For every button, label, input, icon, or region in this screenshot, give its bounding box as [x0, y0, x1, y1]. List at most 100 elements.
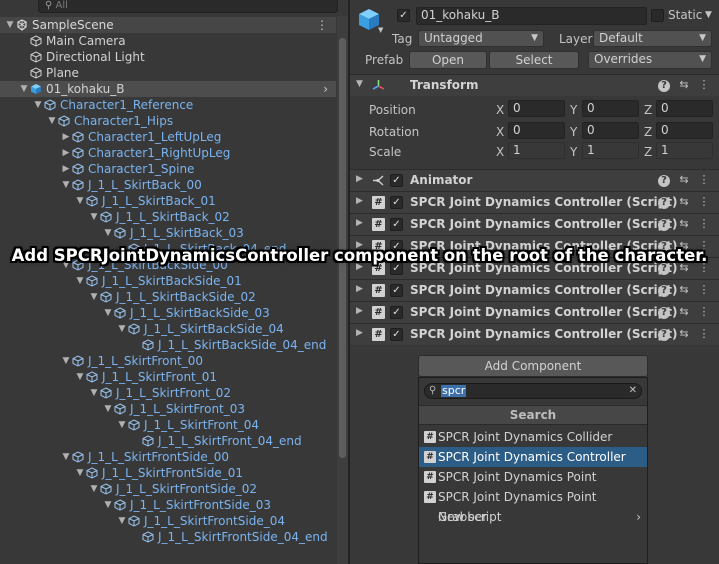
foldout-arrow-icon[interactable]: ▶ [356, 284, 363, 294]
help-icon[interactable]: ? [658, 329, 670, 341]
position-z-field[interactable]: 0 [656, 100, 713, 117]
foldout-expanded-icon[interactable]: ▼ [102, 497, 114, 513]
spcr-controller-component-header[interactable]: ▶ # ✓ SPCR Joint Dynamics Controller (Scrip… [350, 213, 719, 235]
tag-dropdown[interactable]: Untagged ▼ [418, 30, 544, 47]
hierarchy-scene-row[interactable]: ▼ SampleScene ⋮ [0, 17, 336, 33]
hierarchy-row[interactable]: ▼ J_1_L_SkirtBackSide_01 [0, 273, 336, 289]
clear-search-icon[interactable]: ✕ [629, 384, 637, 398]
rotation-y-axis-label[interactable]: Y [570, 125, 577, 139]
spcr-controller-component-header[interactable]: ▶ # ✓ SPCR Joint Dynamics Controller (Scrip… [350, 191, 719, 213]
hierarchy-row[interactable]: ▼ J_1_L_SkirtFrontSide_00 [0, 449, 336, 465]
component-enabled-checkbox[interactable]: ✓ [390, 306, 403, 319]
foldout-expanded-icon[interactable]: ▼ [116, 513, 128, 529]
foldout-expanded-icon[interactable]: ▼ [88, 209, 100, 225]
foldout-collapsed-icon[interactable]: ▶ [60, 129, 72, 145]
hierarchy-scrollbar[interactable] [337, 16, 348, 564]
position-x-axis-label[interactable]: X [496, 103, 504, 117]
hierarchy-row[interactable]: ▼ 01_kohaku_B › [0, 81, 336, 97]
foldout-expanded-icon[interactable]: ▼ [102, 401, 114, 417]
position-z-axis-label[interactable]: Z [644, 103, 652, 117]
presets-icon[interactable]: ⇆ [677, 78, 691, 92]
hierarchy-row[interactable]: ▼ J_1_L_SkirtFront_01 [0, 369, 336, 385]
presets-icon[interactable]: ⇆ [677, 327, 691, 341]
open-prefab-chevron-icon[interactable]: › [323, 81, 328, 97]
help-icon[interactable]: ? [658, 175, 670, 187]
hierarchy-row[interactable]: ▼ J_1_L_SkirtBack_03 [0, 225, 336, 241]
foldout-arrow-icon[interactable]: ▼ [356, 79, 363, 89]
hierarchy-row[interactable]: ▼ J_1_L_SkirtBackSide_02 [0, 289, 336, 305]
more-options-icon[interactable]: ⋮ [697, 78, 711, 92]
hierarchy-row[interactable]: ▼ J_1_L_SkirtBackSide_03 [0, 305, 336, 321]
foldout-expanded-icon[interactable]: ▼ [4, 17, 16, 33]
foldout-expanded-icon[interactable]: ▼ [46, 113, 58, 129]
foldout-expanded-icon[interactable]: ▼ [60, 449, 72, 465]
layer-dropdown[interactable]: Default ▼ [593, 30, 712, 47]
presets-icon[interactable]: ⇆ [677, 217, 691, 231]
presets-icon[interactable]: ⇆ [677, 195, 691, 209]
foldout-expanded-icon[interactable]: ▼ [60, 353, 72, 369]
presets-icon[interactable]: ⇆ [677, 283, 691, 297]
hierarchy-row[interactable]: ▼ J_1_L_SkirtFront_04 [0, 417, 336, 433]
hierarchy-row[interactable]: ▼ J_1_L_SkirtFront_02 [0, 385, 336, 401]
hierarchy-row[interactable]: ▼ J_1_L_SkirtFront_00 [0, 353, 336, 369]
rotation-z-axis-label[interactable]: Z [644, 125, 652, 139]
component-result-item[interactable]: # SPCR Joint Dynamics Collider [419, 427, 647, 447]
hierarchy-row[interactable]: ▼ J_1_L_SkirtBack_00 [0, 177, 336, 193]
help-icon[interactable]: ? [658, 219, 670, 231]
foldout-arrow-icon[interactable]: ▶ [356, 306, 363, 316]
more-options-icon[interactable]: ⋮ [697, 173, 711, 187]
hierarchy-row[interactable]: ▼ J_1_L_SkirtFrontSide_01 [0, 465, 336, 481]
foldout-arrow-icon[interactable]: ▶ [356, 328, 363, 338]
help-icon[interactable]: ? [658, 197, 670, 209]
foldout-expanded-icon[interactable]: ▼ [74, 193, 86, 209]
hierarchy-row[interactable]: ▶ Character1_RightUpLeg [0, 145, 336, 161]
foldout-expanded-icon[interactable]: ▼ [74, 369, 86, 385]
hierarchy-row[interactable]: ▼ J_1_L_SkirtBack_01 [0, 193, 336, 209]
add-component-button[interactable]: Add Component [418, 355, 648, 377]
hierarchy-row[interactable]: ▼ Character1_Reference [0, 97, 336, 113]
scale-x-field[interactable]: 1 [508, 142, 565, 159]
foldout-arrow-icon[interactable]: ▶ [356, 174, 363, 184]
foldout-expanded-icon[interactable]: ▼ [116, 417, 128, 433]
hierarchy-row[interactable]: ▼ J_1_L_SkirtFrontSide_03 [0, 497, 336, 513]
hierarchy-row[interactable]: ▶ Character1_Spine [0, 161, 336, 177]
component-enabled-checkbox[interactable]: ✓ [390, 218, 403, 231]
object-name-field[interactable]: 01_kohaku_B [416, 7, 647, 25]
foldout-expanded-icon[interactable]: ▼ [32, 97, 44, 113]
foldout-expanded-icon[interactable]: ▼ [102, 305, 114, 321]
static-checkbox[interactable] [651, 9, 664, 22]
hierarchy-row[interactable]: ▶ Character1_LeftUpLeg [0, 129, 336, 145]
hierarchy-row[interactable]: J_1_L_SkirtFrontSide_04_end [0, 529, 336, 545]
hierarchy-row[interactable]: ▼ J_1_L_SkirtFrontSide_04 [0, 513, 336, 529]
spcr-controller-component-header[interactable]: ▶ # ✓ SPCR Joint Dynamics Controller (Scrip… [350, 279, 719, 301]
hierarchy-search-field[interactable]: ⚲ All [38, 0, 338, 13]
component-enabled-checkbox[interactable]: ✓ [390, 174, 403, 187]
foldout-collapsed-icon[interactable]: ▶ [60, 145, 72, 161]
foldout-expanded-icon[interactable]: ▼ [74, 273, 86, 289]
hierarchy-row[interactable]: ▼ J_1_L_SkirtFront_03 [0, 401, 336, 417]
component-result-item[interactable]: # SPCR Joint Dynamics Point [419, 467, 647, 487]
position-x-field[interactable]: 0 [508, 100, 565, 117]
component-result-item[interactable]: New script › [419, 507, 647, 527]
animator-component-header[interactable]: ▶ ✓ Animator? ⇆ ⋮ [350, 169, 719, 191]
transform-header[interactable]: ▼ Transform ? ⇆ ⋮ [350, 74, 719, 96]
hierarchy-row[interactable]: Plane [0, 65, 336, 81]
static-dropdown-caret[interactable]: ▼ [705, 10, 712, 20]
foldout-expanded-icon[interactable]: ▼ [18, 81, 30, 97]
foldout-expanded-icon[interactable]: ▼ [60, 177, 72, 193]
scale-z-field[interactable]: 1 [656, 142, 713, 159]
rotation-x-axis-label[interactable]: X [496, 125, 504, 139]
scale-x-axis-label[interactable]: X [496, 145, 504, 159]
rotation-y-field[interactable]: 0 [582, 122, 639, 139]
presets-icon[interactable]: ⇆ [677, 173, 691, 187]
more-options-icon[interactable]: ⋮ [697, 195, 711, 209]
foldout-arrow-icon[interactable]: ▶ [356, 196, 363, 206]
prefab-overrides-dropdown[interactable]: Overrides ▼ [588, 51, 712, 69]
scale-z-axis-label[interactable]: Z [644, 145, 652, 159]
foldout-expanded-icon[interactable]: ▼ [116, 321, 128, 337]
scale-y-axis-label[interactable]: Y [570, 145, 577, 159]
presets-icon[interactable]: ⇆ [677, 305, 691, 319]
component-result-item[interactable]: # SPCR Joint Dynamics Controller [419, 447, 647, 467]
hierarchy-row[interactable]: J_1_L_SkirtBackSide_04_end [0, 337, 336, 353]
position-y-field[interactable]: 0 [582, 100, 639, 117]
